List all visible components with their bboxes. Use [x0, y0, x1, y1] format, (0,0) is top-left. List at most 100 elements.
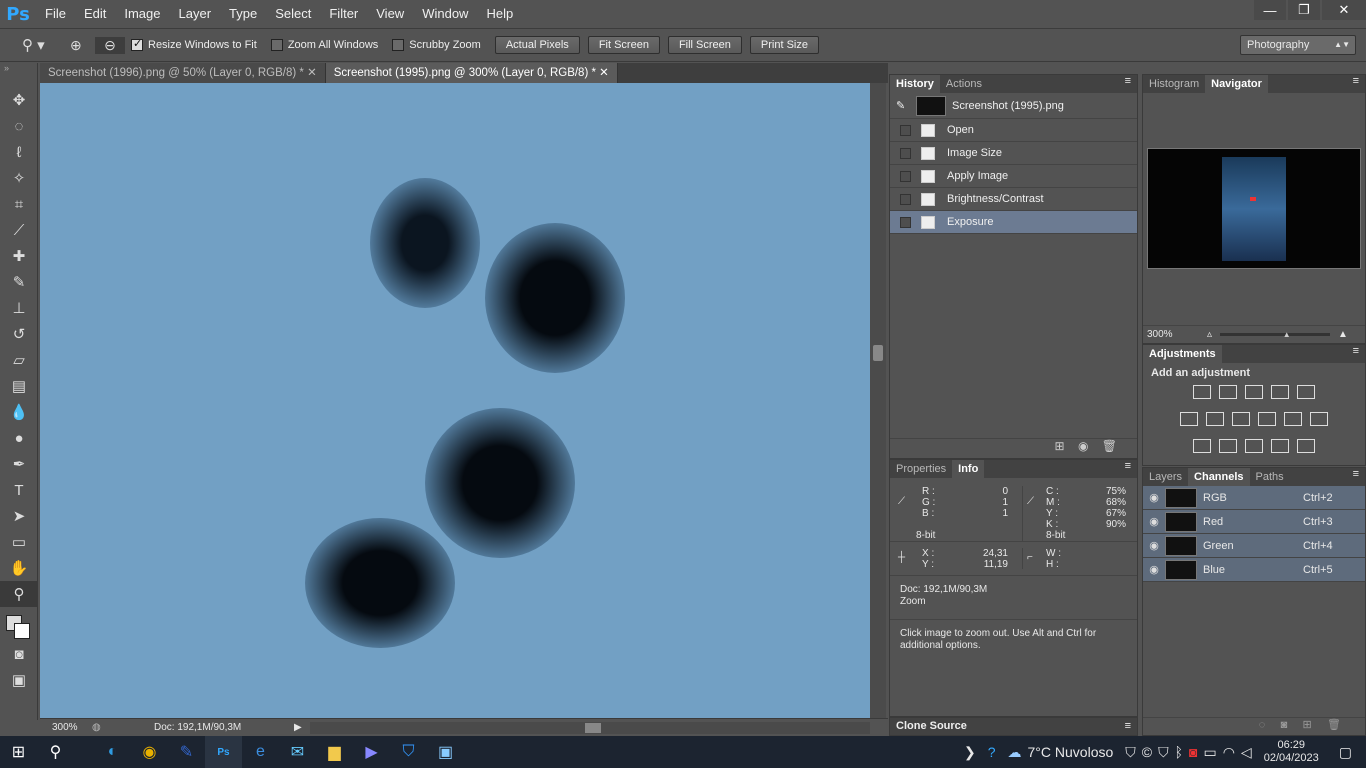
panel-menu-icon[interactable]: ≡ — [1125, 718, 1131, 735]
scrubby-zoom-checkbox[interactable]: Scrubby Zoom — [392, 39, 481, 51]
history-brush-source-icon[interactable]: ✎ — [896, 99, 916, 112]
app-icon[interactable]: ▶ — [353, 736, 390, 768]
channel-row[interactable]: ◉ Red Ctrl+3 — [1143, 510, 1365, 534]
curves-adj-icon[interactable] — [1245, 385, 1263, 399]
hand-tool-icon[interactable]: ✋ — [0, 555, 38, 581]
gradient-map-adj-icon[interactable] — [1297, 439, 1315, 453]
actual-pixels-button[interactable]: Actual Pixels — [494, 36, 580, 54]
print-size-button[interactable]: Print Size — [749, 36, 819, 54]
eraser-icon[interactable]: ▱ — [0, 347, 38, 373]
history-item[interactable]: Open — [890, 119, 1137, 142]
tray-icon[interactable]: © — [1142, 744, 1152, 760]
exposure-adj-icon[interactable] — [1271, 385, 1289, 399]
zoom-in-large-icon[interactable]: ▲ — [1338, 329, 1348, 340]
trash-icon[interactable]: 🗑 — [1102, 439, 1117, 453]
menu-select[interactable]: Select — [266, 0, 320, 28]
zoom-out-icon[interactable]: ⊖ — [95, 36, 125, 54]
marquee-tool-icon[interactable]: ◌ — [0, 113, 38, 139]
tab-navigator[interactable]: Navigator — [1205, 75, 1268, 93]
chrome-icon[interactable]: ◉ — [131, 736, 168, 768]
panel-menu-icon[interactable]: ≡ — [1125, 75, 1137, 93]
type-tool-icon[interactable]: T — [0, 477, 38, 503]
menu-filter[interactable]: Filter — [320, 0, 367, 28]
tray-icon[interactable]: ⛉ — [1125, 744, 1136, 761]
invert-adj-icon[interactable] — [1193, 439, 1211, 453]
tab-layers[interactable]: Layers — [1143, 468, 1188, 486]
balance-adj-icon[interactable] — [1206, 412, 1224, 426]
color-swatches[interactable] — [0, 607, 37, 641]
slider-thumb-icon[interactable]: ▲ — [1283, 330, 1291, 339]
lookup-adj-icon[interactable] — [1310, 412, 1328, 426]
lasso-tool-icon[interactable]: ℓ — [0, 139, 38, 165]
zoom-tool-icon[interactable]: ⚲ — [0, 581, 38, 607]
vertical-scrollbar[interactable] — [870, 83, 886, 718]
battery-icon[interactable]: ▭ — [1203, 744, 1216, 761]
menu-edit[interactable]: Edit — [75, 0, 115, 28]
panel-menu-icon[interactable]: ≡ — [1353, 75, 1365, 93]
zoom-level[interactable]: 300% — [40, 722, 92, 733]
ie-icon[interactable]: e — [242, 736, 279, 768]
panel-menu-icon[interactable]: ≡ — [1125, 460, 1137, 478]
restore-button[interactable]: ❐ — [1288, 0, 1320, 20]
zoom-out-small-icon[interactable]: ▵ — [1207, 329, 1212, 340]
volume-icon[interactable]: ◁ — [1241, 744, 1252, 761]
navigator-preview[interactable] — [1147, 148, 1361, 269]
tray-icon[interactable]: ⛉ — [1158, 744, 1169, 761]
eye-icon[interactable]: ◉ — [1143, 539, 1165, 552]
horizontal-scrollbar[interactable] — [310, 721, 870, 734]
history-brush-icon[interactable]: ↺ — [0, 321, 38, 347]
status-icon[interactable]: ◍ — [92, 722, 154, 733]
history-item[interactable]: Apply Image — [890, 165, 1137, 188]
adjustments-title[interactable]: Adjustments — [1143, 345, 1222, 363]
path-select-icon[interactable]: ➤ — [0, 503, 38, 529]
selective-adj-icon[interactable] — [1271, 439, 1289, 453]
clock-date[interactable]: 02/04/2023 — [1264, 752, 1319, 765]
menu-window[interactable]: Window — [413, 0, 477, 28]
close-button[interactable]: ✕ — [1322, 0, 1366, 20]
mixer-adj-icon[interactable] — [1284, 412, 1302, 426]
trash-icon[interactable]: 🗑 — [1327, 719, 1341, 731]
start-icon[interactable]: ⊞ — [0, 736, 37, 768]
scroll-thumb[interactable] — [585, 722, 601, 733]
eye-icon[interactable]: ◉ — [1143, 563, 1165, 576]
magic-wand-icon[interactable]: ✧ — [0, 165, 38, 191]
tab-properties[interactable]: Properties — [890, 460, 952, 478]
weather-text[interactable]: 7°C Nuvoloso — [1028, 744, 1114, 760]
doc-tab-active[interactable]: Screenshot (1995).png @ 300% (Layer 0, R… — [325, 63, 618, 83]
resize-windows-checkbox[interactable]: Resize Windows to Fit — [131, 37, 257, 51]
bw-adj-icon[interactable] — [1232, 412, 1250, 426]
screen-icon[interactable]: ▣ — [427, 736, 464, 768]
tab-history[interactable]: History — [890, 75, 940, 93]
stamp-tool-icon[interactable]: ⊥ — [0, 295, 38, 321]
panel-menu-icon[interactable]: ≡ — [1353, 468, 1365, 486]
wifi-icon[interactable]: ◠ — [1223, 744, 1235, 761]
navigator-zoom-value[interactable]: 300% — [1147, 329, 1207, 340]
zoom-tool-preset-icon[interactable]: ⚲ ▾ — [0, 36, 70, 54]
brush-tool-icon[interactable]: ✎ — [0, 269, 38, 295]
gradient-adj-icon[interactable] — [1297, 385, 1315, 399]
clock-time[interactable]: 06:29 — [1264, 739, 1319, 752]
fit-screen-button[interactable]: Fit Screen — [587, 36, 660, 54]
history-item[interactable]: Brightness/Contrast — [890, 188, 1137, 211]
eye-icon[interactable]: ◉ — [1143, 515, 1165, 528]
panel-menu-icon[interactable]: ≡ — [1353, 345, 1365, 363]
checkbox-icon[interactable] — [900, 216, 911, 228]
background-color-icon[interactable] — [14, 623, 30, 639]
dodge-tool-icon[interactable]: ● — [0, 425, 38, 451]
menu-file[interactable]: File — [36, 0, 75, 28]
pen-tool-icon[interactable]: ✒ — [0, 451, 38, 477]
edge-icon[interactable]: ◐ — [94, 736, 131, 768]
checkbox-icon[interactable] — [900, 193, 911, 205]
load-selection-icon[interactable]: ◌ — [1259, 719, 1266, 731]
channel-row[interactable]: ◉ Blue Ctrl+5 — [1143, 558, 1365, 582]
app-icon[interactable]: ✎ — [168, 736, 205, 768]
history-snapshot[interactable]: ✎ Screenshot (1995).png — [890, 93, 1137, 119]
mail-icon[interactable]: ✉ — [279, 736, 316, 768]
move-tool-icon[interactable]: ✥ — [0, 87, 38, 113]
healing-brush-icon[interactable]: ✚ — [0, 243, 38, 269]
zoom-in-icon[interactable]: ⊕ — [70, 37, 95, 54]
eye-icon[interactable]: ◉ — [1143, 491, 1165, 504]
clone-source-panel[interactable]: Clone Source ≡ — [889, 717, 1138, 736]
zoom-slider[interactable]: ▲ — [1220, 330, 1331, 339]
tab-paths[interactable]: Paths — [1250, 468, 1290, 486]
